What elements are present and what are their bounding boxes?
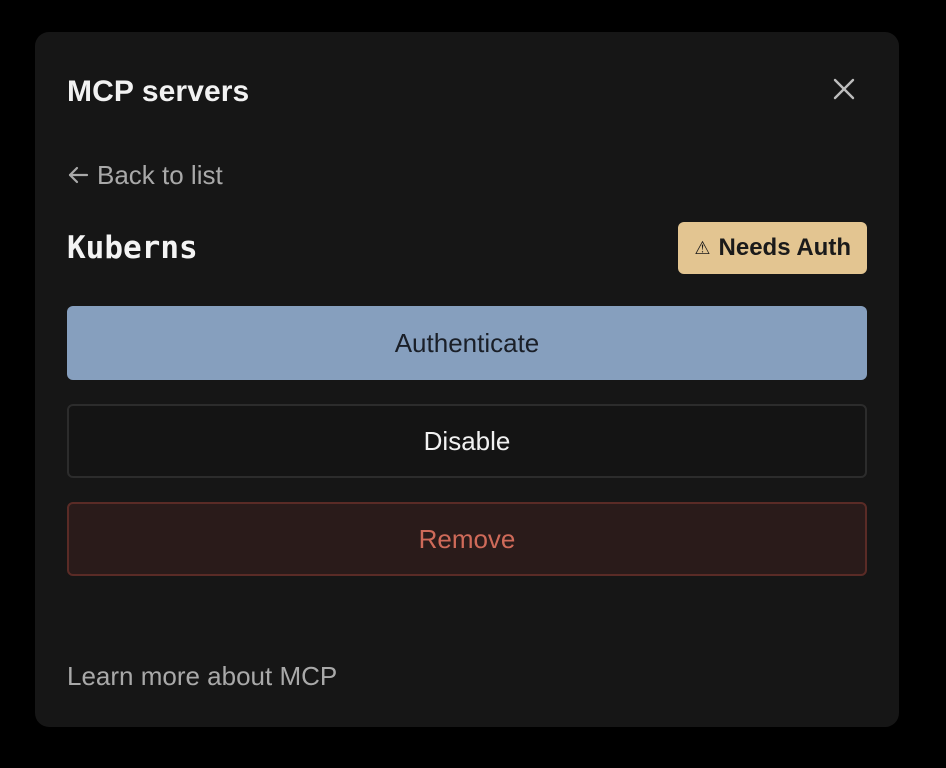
- status-badge-label: Needs Auth: [718, 234, 851, 261]
- close-icon: [832, 77, 856, 106]
- close-button[interactable]: [829, 76, 859, 106]
- server-name: Kuberns: [67, 230, 198, 266]
- status-badge: ⚠ Needs Auth: [678, 222, 867, 274]
- arrow-left-icon: [67, 164, 89, 186]
- mcp-servers-dialog: MCP servers Back to list Kuberns ⚠ Needs…: [35, 32, 899, 727]
- back-to-list-link[interactable]: Back to list: [67, 156, 223, 194]
- remove-button[interactable]: Remove: [67, 502, 867, 576]
- learn-more-link[interactable]: Learn more about MCP: [67, 656, 337, 696]
- back-to-list-label: Back to list: [97, 159, 223, 190]
- disable-button[interactable]: Disable: [67, 404, 867, 478]
- warning-icon: ⚠: [694, 238, 711, 258]
- authenticate-button[interactable]: Authenticate: [67, 306, 867, 380]
- dialog-title: MCP servers: [67, 75, 250, 108]
